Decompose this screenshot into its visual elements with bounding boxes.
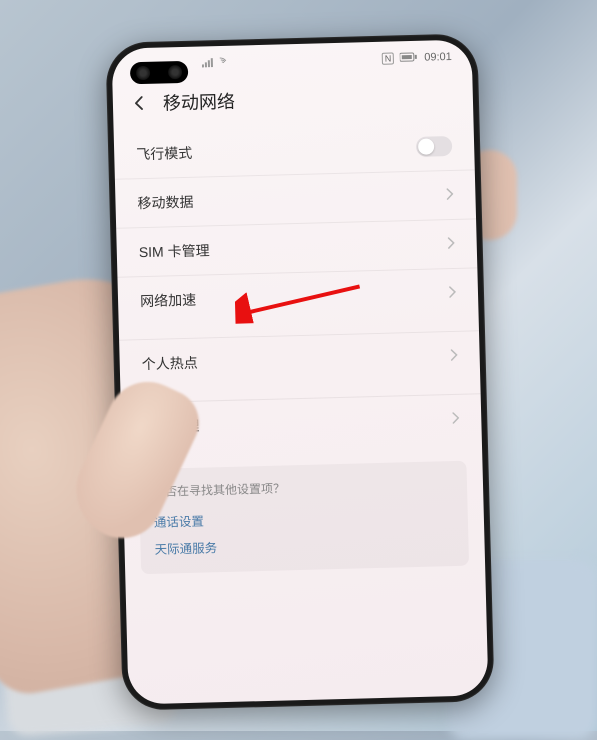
chevron-right-icon — [451, 411, 459, 427]
signal-icon — [202, 56, 232, 70]
page-title: 移动网络 — [163, 88, 236, 116]
chevron-right-icon — [448, 285, 456, 301]
chevron-right-icon — [449, 348, 457, 364]
item-label: 个人热点 — [141, 346, 449, 374]
item-label: 网络加速 — [140, 283, 448, 311]
screen: N 09:01 移动网络 飞行模式 — [111, 39, 488, 704]
more-settings-box: 是否在寻找其他设置项？ 通话设置 天际通服务 — [138, 461, 469, 575]
battery-icon — [400, 51, 418, 64]
item-label: 移动数据 — [137, 185, 445, 213]
back-button[interactable] — [131, 94, 149, 112]
nfc-icon: N — [382, 52, 395, 64]
item-label: SIM 卡管理 — [139, 234, 447, 262]
item-label: 飞行模式 — [136, 137, 416, 164]
camera-cutout — [130, 61, 189, 85]
toggle-switch[interactable] — [416, 136, 453, 157]
status-time: 09:01 — [424, 51, 452, 64]
chevron-right-icon — [445, 187, 453, 203]
phone-frame: N 09:01 移动网络 飞行模式 — [105, 33, 494, 711]
more-settings-prompt: 是否在寻找其他设置项？ — [153, 475, 453, 500]
chevron-right-icon — [446, 236, 454, 252]
